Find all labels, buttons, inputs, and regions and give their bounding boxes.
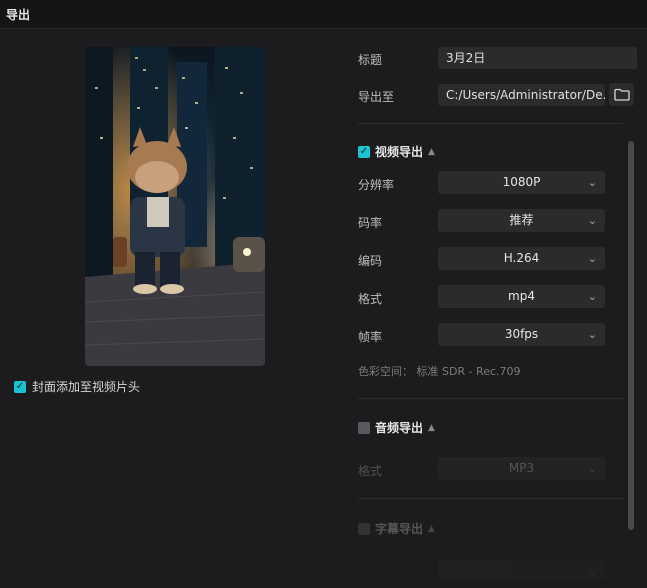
resolution-value: 1080P <box>502 175 541 189</box>
export-path-input[interactable]: C:/Users/Administrator/De... <box>438 84 605 106</box>
title-bar: 导出 <box>0 0 647 29</box>
collapse-caret-icon[interactable]: ▲ <box>428 147 435 157</box>
subtitle-export-label: 字幕导出 <box>375 522 424 536</box>
video-export-section[interactable]: ✓ 视频导出 ▲ <box>358 143 435 160</box>
framerate-value: 30fps <box>504 327 539 341</box>
audio-export-section[interactable]: 音频导出 ▲ <box>358 419 435 436</box>
cover-option[interactable]: ✓ 封面添加至视频片头 <box>14 378 140 395</box>
bitrate-label: 码率 <box>358 216 383 230</box>
export-path-label: 导出至 <box>358 90 395 104</box>
collapse-caret-icon[interactable]: ▲ <box>428 524 435 534</box>
resolution-label: 分辨率 <box>358 178 395 192</box>
chevron-down-icon: ⌄ <box>587 214 597 227</box>
subtitle-export-section[interactable]: 字幕导出 ▲ <box>358 520 435 537</box>
format-select[interactable]: mp4 ⌄ <box>438 285 605 308</box>
video-cover-preview <box>85 47 265 366</box>
collapse-caret-icon[interactable]: ▲ <box>428 423 435 433</box>
divider <box>358 398 623 399</box>
cover-checkbox[interactable]: ✓ <box>14 380 26 393</box>
chevron-down-icon: ⌄ <box>587 462 597 475</box>
audio-format-label: 格式 <box>358 464 383 478</box>
audio-export-label: 音频导出 <box>375 421 424 435</box>
codec-label: 编码 <box>358 254 383 268</box>
framerate-select[interactable]: 30fps ⌄ <box>438 323 605 346</box>
audio-format-value: MP3 <box>508 461 535 475</box>
framerate-label: 帧率 <box>358 330 383 344</box>
audio-export-checkbox[interactable] <box>358 421 370 434</box>
format-label: 格式 <box>358 292 383 306</box>
chevron-down-icon: ⌄ <box>587 252 597 265</box>
codec-value: H.264 <box>503 251 540 265</box>
window-title: 导出 <box>6 8 31 22</box>
title-label: 标题 <box>358 53 383 67</box>
preview-image <box>85 47 265 366</box>
format-value: mp4 <box>508 289 535 303</box>
browse-folder-button[interactable] <box>609 83 634 106</box>
subtitle-format-select[interactable]: ⌄ <box>438 560 605 580</box>
bitrate-select[interactable]: 推荐 ⌄ <box>438 209 605 232</box>
video-export-label: 视频导出 <box>375 145 424 159</box>
chevron-down-icon: ⌄ <box>587 290 597 303</box>
divider <box>358 498 623 499</box>
video-export-checkbox[interactable]: ✓ <box>358 145 370 158</box>
bitrate-value: 推荐 <box>509 213 534 227</box>
codec-select[interactable]: H.264 ⌄ <box>438 247 605 270</box>
audio-format-select[interactable]: MP3 ⌄ <box>438 457 605 480</box>
chevron-down-icon: ⌄ <box>587 328 597 341</box>
cover-label: 封面添加至视频片头 <box>32 380 141 394</box>
title-input[interactable]: 3月2日 <box>438 47 637 69</box>
scrollbar[interactable] <box>628 141 634 530</box>
chevron-down-icon: ⌄ <box>587 565 597 578</box>
folder-icon <box>613 88 630 101</box>
resolution-select[interactable]: 1080P ⌄ <box>438 171 605 194</box>
divider <box>358 123 623 124</box>
color-space-info: 色彩空间： 标准 SDR - Rec.709 <box>358 365 521 378</box>
subtitle-export-checkbox[interactable] <box>358 522 370 535</box>
chevron-down-icon: ⌄ <box>587 176 597 189</box>
